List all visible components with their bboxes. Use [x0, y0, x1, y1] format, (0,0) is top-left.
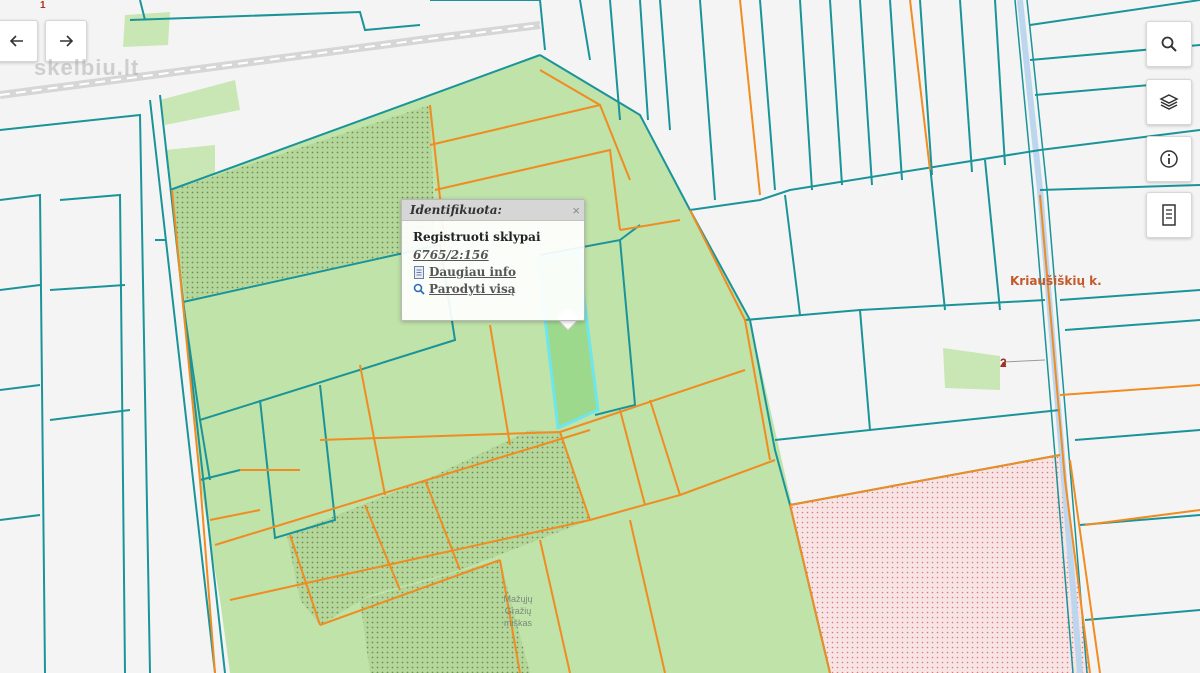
document-icon — [1162, 204, 1176, 226]
village-label: Kriaušiškių k. — [1010, 274, 1102, 288]
arrow-left-icon — [9, 35, 23, 47]
more-info-link[interactable]: Daugiau info — [413, 265, 573, 279]
layers-button[interactable] — [1146, 79, 1192, 125]
show-all-label: Parodyti visą — [429, 282, 516, 296]
back-button[interactable] — [0, 20, 38, 62]
document-button[interactable] — [1146, 192, 1192, 238]
layers-icon — [1159, 94, 1179, 110]
show-all-link[interactable]: Parodyti visą — [413, 282, 573, 296]
close-icon[interactable]: × — [572, 204, 580, 217]
point-marker — [1002, 359, 1046, 366]
info-button[interactable] — [1146, 136, 1192, 182]
more-info-label: Daugiau info — [429, 265, 516, 279]
document-icon — [414, 265, 424, 279]
forest-label-line: Mažųjų — [503, 594, 533, 604]
watermark: skelbiu.lt — [34, 55, 140, 80]
popup-title: Identifikuota: — [410, 203, 502, 217]
cadastral-map[interactable] — [0, 0, 1200, 673]
point-number-label: 2 — [1000, 356, 1007, 370]
identify-popup: Identifikuota: × Registruoti sklypai 676… — [401, 199, 585, 321]
magnifier-icon — [413, 283, 425, 295]
layer-name: Registruoti sklypai — [413, 230, 541, 244]
forest-label: Mažųjų Gražių miškas — [496, 593, 540, 629]
search-button[interactable] — [1146, 21, 1192, 67]
popup-header: Identifikuota: × — [402, 200, 584, 221]
sheet-number-label: 1 — [40, 0, 46, 11]
parcel-id-link[interactable]: 6765/2:156 — [413, 248, 573, 262]
arrow-right-icon — [60, 35, 74, 47]
info-icon — [1160, 150, 1178, 168]
forest-label-line: Gražių — [504, 606, 532, 616]
popup-body: Registruoti sklypai 6765/2:156 Daugiau i… — [402, 221, 584, 305]
search-icon — [1161, 36, 1177, 52]
forest-label-line: miškas — [503, 618, 532, 628]
